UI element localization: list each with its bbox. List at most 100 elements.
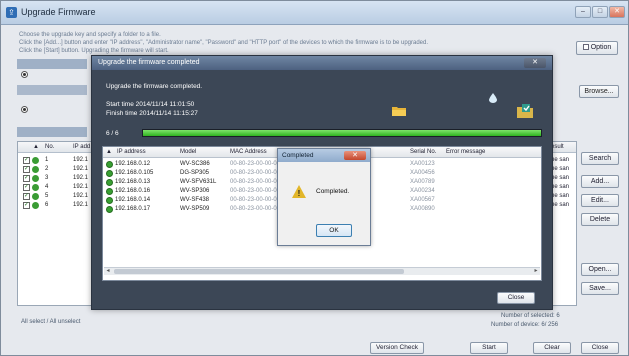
save-button[interactable]: Save... [581, 282, 619, 295]
section-header-devices [17, 127, 87, 137]
row-checkbox[interactable]: ✓ [23, 184, 30, 191]
add-button[interactable]: Add... [581, 175, 619, 188]
row-checkbox[interactable]: ✓ [23, 157, 30, 164]
row-checkbox[interactable]: ✓ [23, 193, 30, 200]
status-ok-icon [106, 188, 113, 195]
start-time: Start time 2014/11/14 11:01:50 [106, 101, 195, 108]
horizontal-scrollbar[interactable]: ◂ ▸ [104, 267, 540, 275]
version-check-button[interactable]: Version Check [370, 342, 424, 354]
row-result: he san [551, 175, 570, 181]
row-no: 1 [45, 157, 49, 163]
status-ok-icon [32, 193, 39, 200]
row-ip: 192.168.0.12 [115, 161, 151, 167]
close-button[interactable]: Close [581, 342, 619, 354]
clear-button[interactable]: Clear [533, 342, 571, 354]
row-mac: 00-80-23-00-00-00 [230, 197, 281, 203]
row-no: 4 [45, 184, 49, 190]
device-count: Number of device: 6/ 256 [491, 322, 559, 328]
option-button[interactable]: Option [576, 41, 618, 55]
scroll-thumb[interactable] [114, 269, 404, 274]
row-ip: 192.1 [73, 184, 89, 190]
search-button[interactable]: Search [581, 152, 619, 165]
open-button[interactable]: Open... [581, 263, 619, 276]
row-serial: XA00567 [410, 197, 435, 203]
ok-button[interactable]: OK [316, 224, 352, 237]
row-ip: 192.1 [73, 193, 89, 199]
col-mac-address[interactable]: MAC Address [230, 149, 267, 155]
minimize-button[interactable]: – [575, 6, 591, 18]
section-header-key [17, 59, 87, 69]
start-button[interactable]: Start [470, 342, 508, 354]
col-model[interactable]: Model [180, 149, 196, 155]
row-result: he san [551, 157, 570, 163]
radio-individual[interactable] [21, 106, 28, 113]
dialog-close-button[interactable]: Close [497, 292, 535, 304]
col-serial-no[interactable]: Serial No. [410, 149, 436, 155]
row-ip: 192.1 [73, 157, 89, 163]
row-model: WV-SP509 [180, 206, 210, 212]
row-result: he san [551, 202, 570, 208]
status-ok-icon [32, 202, 39, 209]
row-model: DG-SP305 [180, 170, 210, 176]
finish-time: Finish time 2014/11/14 11:15:27 [106, 110, 198, 117]
sort-icon: ▲ [33, 144, 39, 150]
row-mac: 00-80-23-00-00-00 [230, 206, 281, 212]
row-checkbox[interactable]: ✓ [23, 175, 30, 182]
row-ip: 192.168.0.17 [115, 206, 151, 212]
scroll-left-icon[interactable]: ◂ [104, 268, 112, 275]
delete-button[interactable]: Delete [581, 213, 619, 226]
progress-bar [142, 129, 542, 137]
browse-button[interactable]: Browse... [579, 85, 619, 98]
row-ip: 192.1 [73, 166, 89, 172]
row-serial: XA00890 [410, 206, 435, 212]
col-no[interactable]: No. [45, 144, 54, 150]
folder-field[interactable] [17, 85, 87, 95]
checkbox-icon [582, 44, 589, 50]
row-mac: 00-80-23-00-00-00 [230, 188, 281, 194]
select-all-checkbox[interactable]: All select / All unselect [21, 319, 80, 325]
folder-icon [392, 107, 406, 116]
title-bar: ⇪ Upgrade Firmware – □ ✕ [1, 1, 628, 25]
col-ip-address[interactable]: IP address [117, 149, 146, 155]
row-result: he san [551, 193, 570, 199]
row-ip: 192.168.0.13 [115, 179, 151, 185]
row-model: WV-SF438 [180, 197, 210, 203]
row-serial: XA00234 [410, 188, 435, 194]
edit-button[interactable]: Edit... [581, 194, 619, 207]
instructions: Choose the upgrade key and specify a fol… [19, 31, 539, 55]
row-result: he san [551, 184, 570, 190]
window-close-button[interactable]: ✕ [609, 6, 625, 18]
progress-fill [143, 130, 541, 136]
row-model: WV-SFV631L [180, 179, 217, 185]
popup-close-icon[interactable]: ✕ [344, 151, 366, 160]
dialog-title-bar: Upgrade the firmware completed ✕ [92, 56, 552, 70]
popup-message: Completed. [316, 188, 350, 195]
dialog-close-icon[interactable]: ✕ [524, 58, 546, 68]
maximize-button[interactable]: □ [592, 6, 608, 18]
instruction-line-3: Click the [Start] button. Upgrading the … [19, 48, 169, 54]
col-error-message[interactable]: Error message [446, 149, 485, 155]
row-serial: XA00123 [410, 161, 435, 167]
row-mac: 00-80-23-00-00-00 [230, 170, 281, 176]
row-ip: 192.168.0.105 [115, 170, 154, 176]
row-no: 5 [45, 193, 49, 199]
row-ip: 192.1 [73, 202, 89, 208]
row-model: WV-SP306 [180, 188, 210, 194]
row-checkbox[interactable]: ✓ [23, 166, 30, 173]
window-title: Upgrade Firmware [21, 7, 96, 17]
folder-save-icon [517, 104, 533, 118]
radio-upgrade-key[interactable] [21, 71, 28, 78]
row-ip: 192.168.0.14 [115, 197, 151, 203]
scroll-right-icon[interactable]: ▸ [532, 268, 540, 275]
dialog-title: Upgrade the firmware completed [98, 59, 200, 66]
status-ok-icon [106, 170, 113, 177]
selected-count: Number of selected: 6 [501, 313, 560, 319]
row-mac: 00-80-23-00-00-00 [230, 161, 281, 167]
col-ip[interactable]: IP add [73, 144, 90, 150]
progress-count: 6 / 6 [106, 130, 119, 137]
progress-row: 6 / 6 [102, 128, 542, 140]
instruction-line-1: Choose the upgrade key and specify a fol… [19, 32, 161, 38]
popup-title: Completed [282, 152, 314, 159]
row-checkbox[interactable]: ✓ [23, 202, 30, 209]
row-mac: 00-80-23-00-00-00 [230, 179, 281, 185]
